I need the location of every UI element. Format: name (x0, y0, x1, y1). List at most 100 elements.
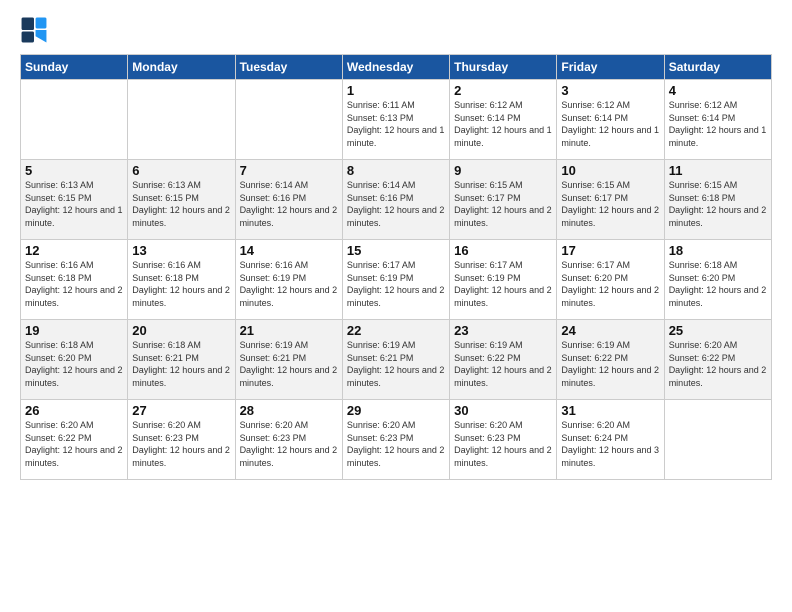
day-number: 5 (25, 163, 123, 178)
calendar-header-wednesday: Wednesday (342, 55, 449, 80)
day-number: 31 (561, 403, 659, 418)
day-number: 10 (561, 163, 659, 178)
calendar-cell: 5Sunrise: 6:13 AM Sunset: 6:15 PM Daylig… (21, 160, 128, 240)
day-number: 8 (347, 163, 445, 178)
calendar-cell: 6Sunrise: 6:13 AM Sunset: 6:15 PM Daylig… (128, 160, 235, 240)
day-number: 19 (25, 323, 123, 338)
calendar-cell: 18Sunrise: 6:18 AM Sunset: 6:20 PM Dayli… (664, 240, 771, 320)
day-number: 7 (240, 163, 338, 178)
calendar-cell: 4Sunrise: 6:12 AM Sunset: 6:14 PM Daylig… (664, 80, 771, 160)
day-number: 12 (25, 243, 123, 258)
cell-info: Sunrise: 6:12 AM Sunset: 6:14 PM Dayligh… (669, 99, 767, 149)
day-number: 2 (454, 83, 552, 98)
day-number: 25 (669, 323, 767, 338)
cell-info: Sunrise: 6:19 AM Sunset: 6:22 PM Dayligh… (561, 339, 659, 389)
day-number: 28 (240, 403, 338, 418)
calendar-cell: 10Sunrise: 6:15 AM Sunset: 6:17 PM Dayli… (557, 160, 664, 240)
calendar-cell: 27Sunrise: 6:20 AM Sunset: 6:23 PM Dayli… (128, 400, 235, 480)
cell-info: Sunrise: 6:15 AM Sunset: 6:17 PM Dayligh… (561, 179, 659, 229)
cell-info: Sunrise: 6:18 AM Sunset: 6:21 PM Dayligh… (132, 339, 230, 389)
calendar-header-row: SundayMondayTuesdayWednesdayThursdayFrid… (21, 55, 772, 80)
day-number: 26 (25, 403, 123, 418)
day-number: 4 (669, 83, 767, 98)
calendar-cell: 21Sunrise: 6:19 AM Sunset: 6:21 PM Dayli… (235, 320, 342, 400)
calendar-cell: 22Sunrise: 6:19 AM Sunset: 6:21 PM Dayli… (342, 320, 449, 400)
calendar-cell: 30Sunrise: 6:20 AM Sunset: 6:23 PM Dayli… (450, 400, 557, 480)
day-number: 23 (454, 323, 552, 338)
cell-info: Sunrise: 6:18 AM Sunset: 6:20 PM Dayligh… (25, 339, 123, 389)
cell-info: Sunrise: 6:15 AM Sunset: 6:18 PM Dayligh… (669, 179, 767, 229)
page-container: SundayMondayTuesdayWednesdayThursdayFrid… (0, 0, 792, 612)
day-number: 16 (454, 243, 552, 258)
day-number: 1 (347, 83, 445, 98)
day-number: 17 (561, 243, 659, 258)
cell-info: Sunrise: 6:19 AM Sunset: 6:22 PM Dayligh… (454, 339, 552, 389)
calendar-header-thursday: Thursday (450, 55, 557, 80)
calendar-cell: 7Sunrise: 6:14 AM Sunset: 6:16 PM Daylig… (235, 160, 342, 240)
calendar-header-monday: Monday (128, 55, 235, 80)
cell-info: Sunrise: 6:20 AM Sunset: 6:23 PM Dayligh… (240, 419, 338, 469)
cell-info: Sunrise: 6:17 AM Sunset: 6:19 PM Dayligh… (454, 259, 552, 309)
calendar-cell: 1Sunrise: 6:11 AM Sunset: 6:13 PM Daylig… (342, 80, 449, 160)
calendar-cell: 16Sunrise: 6:17 AM Sunset: 6:19 PM Dayli… (450, 240, 557, 320)
calendar-cell (664, 400, 771, 480)
cell-info: Sunrise: 6:12 AM Sunset: 6:14 PM Dayligh… (454, 99, 552, 149)
calendar-cell: 26Sunrise: 6:20 AM Sunset: 6:22 PM Dayli… (21, 400, 128, 480)
day-number: 14 (240, 243, 338, 258)
calendar-header-saturday: Saturday (664, 55, 771, 80)
cell-info: Sunrise: 6:17 AM Sunset: 6:19 PM Dayligh… (347, 259, 445, 309)
calendar-cell: 14Sunrise: 6:16 AM Sunset: 6:19 PM Dayli… (235, 240, 342, 320)
page-header (20, 16, 772, 44)
day-number: 6 (132, 163, 230, 178)
cell-info: Sunrise: 6:19 AM Sunset: 6:21 PM Dayligh… (240, 339, 338, 389)
cell-info: Sunrise: 6:20 AM Sunset: 6:24 PM Dayligh… (561, 419, 659, 469)
cell-info: Sunrise: 6:20 AM Sunset: 6:22 PM Dayligh… (25, 419, 123, 469)
cell-info: Sunrise: 6:20 AM Sunset: 6:23 PM Dayligh… (132, 419, 230, 469)
cell-info: Sunrise: 6:16 AM Sunset: 6:18 PM Dayligh… (132, 259, 230, 309)
calendar-cell: 13Sunrise: 6:16 AM Sunset: 6:18 PM Dayli… (128, 240, 235, 320)
calendar-cell: 3Sunrise: 6:12 AM Sunset: 6:14 PM Daylig… (557, 80, 664, 160)
calendar-cell: 24Sunrise: 6:19 AM Sunset: 6:22 PM Dayli… (557, 320, 664, 400)
day-number: 13 (132, 243, 230, 258)
calendar-cell: 29Sunrise: 6:20 AM Sunset: 6:23 PM Dayli… (342, 400, 449, 480)
cell-info: Sunrise: 6:14 AM Sunset: 6:16 PM Dayligh… (240, 179, 338, 229)
cell-info: Sunrise: 6:20 AM Sunset: 6:23 PM Dayligh… (454, 419, 552, 469)
calendar-cell: 2Sunrise: 6:12 AM Sunset: 6:14 PM Daylig… (450, 80, 557, 160)
cell-info: Sunrise: 6:15 AM Sunset: 6:17 PM Dayligh… (454, 179, 552, 229)
calendar-cell: 25Sunrise: 6:20 AM Sunset: 6:22 PM Dayli… (664, 320, 771, 400)
calendar-cell: 19Sunrise: 6:18 AM Sunset: 6:20 PM Dayli… (21, 320, 128, 400)
calendar-header-tuesday: Tuesday (235, 55, 342, 80)
calendar-cell: 8Sunrise: 6:14 AM Sunset: 6:16 PM Daylig… (342, 160, 449, 240)
cell-info: Sunrise: 6:13 AM Sunset: 6:15 PM Dayligh… (25, 179, 123, 229)
calendar-cell: 20Sunrise: 6:18 AM Sunset: 6:21 PM Dayli… (128, 320, 235, 400)
calendar-cell: 28Sunrise: 6:20 AM Sunset: 6:23 PM Dayli… (235, 400, 342, 480)
calendar-cell: 23Sunrise: 6:19 AM Sunset: 6:22 PM Dayli… (450, 320, 557, 400)
cell-info: Sunrise: 6:17 AM Sunset: 6:20 PM Dayligh… (561, 259, 659, 309)
calendar-cell: 9Sunrise: 6:15 AM Sunset: 6:17 PM Daylig… (450, 160, 557, 240)
calendar-cell: 15Sunrise: 6:17 AM Sunset: 6:19 PM Dayli… (342, 240, 449, 320)
cell-info: Sunrise: 6:20 AM Sunset: 6:23 PM Dayligh… (347, 419, 445, 469)
calendar-cell (21, 80, 128, 160)
calendar-cell: 12Sunrise: 6:16 AM Sunset: 6:18 PM Dayli… (21, 240, 128, 320)
calendar-week-1: 1Sunrise: 6:11 AM Sunset: 6:13 PM Daylig… (21, 80, 772, 160)
calendar-cell: 31Sunrise: 6:20 AM Sunset: 6:24 PM Dayli… (557, 400, 664, 480)
logo-icon (20, 16, 48, 44)
day-number: 24 (561, 323, 659, 338)
day-number: 20 (132, 323, 230, 338)
calendar-week-2: 5Sunrise: 6:13 AM Sunset: 6:15 PM Daylig… (21, 160, 772, 240)
day-number: 27 (132, 403, 230, 418)
day-number: 18 (669, 243, 767, 258)
calendar-week-3: 12Sunrise: 6:16 AM Sunset: 6:18 PM Dayli… (21, 240, 772, 320)
day-number: 30 (454, 403, 552, 418)
day-number: 3 (561, 83, 659, 98)
cell-info: Sunrise: 6:19 AM Sunset: 6:21 PM Dayligh… (347, 339, 445, 389)
calendar-week-5: 26Sunrise: 6:20 AM Sunset: 6:22 PM Dayli… (21, 400, 772, 480)
day-number: 9 (454, 163, 552, 178)
cell-info: Sunrise: 6:18 AM Sunset: 6:20 PM Dayligh… (669, 259, 767, 309)
calendar-cell: 11Sunrise: 6:15 AM Sunset: 6:18 PM Dayli… (664, 160, 771, 240)
day-number: 22 (347, 323, 445, 338)
cell-info: Sunrise: 6:16 AM Sunset: 6:18 PM Dayligh… (25, 259, 123, 309)
day-number: 11 (669, 163, 767, 178)
day-number: 15 (347, 243, 445, 258)
cell-info: Sunrise: 6:11 AM Sunset: 6:13 PM Dayligh… (347, 99, 445, 149)
